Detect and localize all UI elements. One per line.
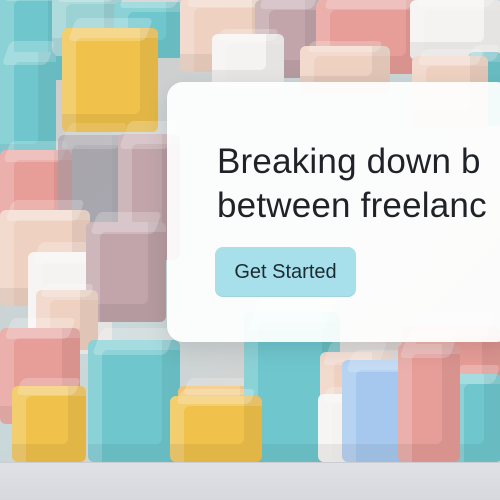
hero-headline: Breaking down b between freelanc xyxy=(217,140,500,228)
background-cube xyxy=(62,28,158,132)
background-cube xyxy=(88,340,180,462)
background-cube xyxy=(86,222,166,322)
page-viewport: Breaking down b between freelanc Get Sta… xyxy=(0,0,500,500)
background-cube xyxy=(212,34,284,88)
background-cube xyxy=(12,386,86,462)
hero-card: Breaking down b between freelanc Get Sta… xyxy=(167,82,500,342)
background-cube xyxy=(398,344,460,462)
background-cube xyxy=(170,396,262,462)
get-started-button[interactable]: Get Started xyxy=(215,247,356,297)
bottom-strip xyxy=(0,462,500,500)
hero-section: Breaking down b between freelanc Get Sta… xyxy=(0,0,500,462)
hero-headline-line-2: between freelanc xyxy=(217,186,487,225)
hero-headline-line-1: Breaking down b xyxy=(217,142,481,181)
